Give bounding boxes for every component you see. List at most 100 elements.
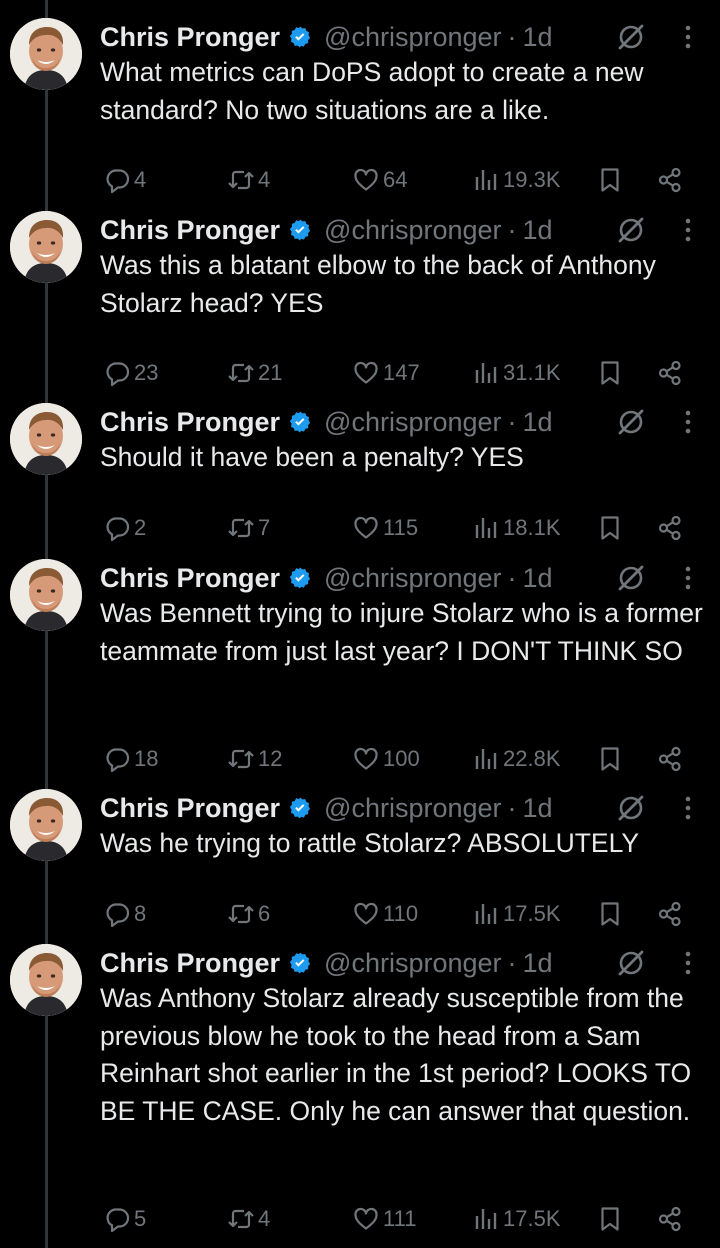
- retweet-icon: [228, 1209, 254, 1228]
- reply-icon: [106, 362, 130, 387]
- bookmark-button[interactable]: [596, 743, 624, 775]
- grok-icon[interactable]: [616, 793, 646, 823]
- reply-count: 4: [134, 167, 147, 192]
- timestamp[interactable]: 1d: [523, 215, 553, 246]
- bookmark-button[interactable]: [596, 164, 624, 196]
- share-button[interactable]: [656, 898, 684, 930]
- views-button[interactable]: 17.5K: [472, 1203, 561, 1235]
- views-button[interactable]: 19.3K: [472, 164, 561, 196]
- avatar[interactable]: [10, 789, 82, 861]
- reply-icon: [106, 169, 130, 194]
- timestamp[interactable]: 1d: [523, 407, 553, 438]
- reply-button[interactable]: 8: [103, 898, 146, 930]
- separator-dot: ·: [507, 406, 517, 437]
- reply-icon: [106, 516, 130, 541]
- verified-badge-icon: [289, 411, 311, 433]
- views-button[interactable]: 22.8K: [472, 743, 561, 775]
- avatar[interactable]: [10, 559, 82, 631]
- views-button[interactable]: 17.5K: [472, 898, 561, 930]
- more-icon[interactable]: [682, 22, 694, 52]
- bookmark-button[interactable]: [596, 1203, 624, 1235]
- retweet-button[interactable]: 12: [227, 743, 282, 775]
- author-name[interactable]: Chris Pronger: [100, 22, 280, 53]
- author-handle[interactable]: @chrispronger: [324, 793, 501, 824]
- author-handle[interactable]: @chrispronger: [324, 563, 501, 594]
- reply-button[interactable]: 23: [103, 357, 158, 389]
- retweet-button[interactable]: 4: [227, 164, 270, 196]
- tweet-text: Was Anthony Stolarz already susceptible …: [100, 983, 699, 1126]
- more-icon[interactable]: [682, 215, 694, 245]
- author-name[interactable]: Chris Pronger: [100, 215, 280, 246]
- avatar[interactable]: [10, 403, 82, 475]
- like-button[interactable]: 111: [352, 1203, 416, 1235]
- grok-icon[interactable]: [616, 22, 646, 52]
- share-button[interactable]: [656, 512, 684, 544]
- timestamp[interactable]: 1d: [523, 22, 553, 53]
- grok-icon[interactable]: [616, 948, 646, 978]
- like-button[interactable]: 110: [352, 898, 418, 930]
- grok-icon[interactable]: [616, 563, 646, 593]
- tweet-text: What metrics can DoPS adopt to create a …: [100, 57, 651, 125]
- more-icon[interactable]: [682, 793, 694, 823]
- retweet-button[interactable]: 21: [227, 357, 282, 389]
- author-handle[interactable]: @chrispronger: [324, 215, 501, 246]
- reply-button[interactable]: 2: [103, 512, 146, 544]
- share-button[interactable]: [656, 357, 684, 389]
- grok-icon[interactable]: [616, 407, 646, 437]
- timestamp[interactable]: 1d: [523, 948, 553, 979]
- reply-button[interactable]: 5: [103, 1203, 146, 1235]
- retweet-button[interactable]: 7: [227, 512, 270, 544]
- retweet-button[interactable]: 4: [227, 1203, 270, 1235]
- like-count: 147: [383, 360, 420, 385]
- like-button[interactable]: 115: [352, 512, 418, 544]
- timestamp[interactable]: 1d: [523, 793, 553, 824]
- views-button[interactable]: 18.1K: [472, 512, 561, 544]
- share-button[interactable]: [656, 164, 684, 196]
- author-handle[interactable]: @chrispronger: [324, 407, 501, 438]
- view-count: 17.5K: [503, 900, 561, 926]
- reply-icon: [106, 1207, 130, 1232]
- bookmark-icon: [601, 1206, 619, 1231]
- like-count: 64: [383, 167, 408, 192]
- author-handle[interactable]: @chrispronger: [324, 22, 501, 53]
- timestamp[interactable]: 1d: [523, 563, 553, 594]
- author-handle[interactable]: @chrispronger: [324, 948, 501, 979]
- share-button[interactable]: [656, 743, 684, 775]
- like-button[interactable]: 100: [352, 743, 420, 775]
- share-button[interactable]: [656, 1203, 684, 1235]
- grok-icon[interactable]: [616, 215, 646, 245]
- reply-icon: [106, 902, 130, 927]
- share-icon: [658, 515, 681, 540]
- more-icon[interactable]: [682, 407, 694, 437]
- view-count: 31.1K: [503, 360, 561, 385]
- views-button[interactable]: 31.1K: [472, 357, 561, 389]
- views-icon: [475, 170, 497, 190]
- tweet-actions: 18 12 100 22.8K: [100, 743, 708, 775]
- bookmark-icon: [601, 515, 619, 540]
- bookmark-button[interactable]: [596, 512, 624, 544]
- reply-button[interactable]: 4: [103, 164, 146, 196]
- verified-badge-icon: [289, 797, 311, 819]
- author-name[interactable]: Chris Pronger: [100, 948, 280, 979]
- author-name[interactable]: Chris Pronger: [100, 793, 280, 824]
- retweet-count: 4: [258, 167, 271, 192]
- like-button[interactable]: 64: [352, 164, 407, 196]
- more-icon[interactable]: [682, 563, 694, 593]
- like-button[interactable]: 147: [352, 357, 420, 389]
- more-icon[interactable]: [682, 948, 694, 978]
- retweet-button[interactable]: 6: [227, 898, 270, 930]
- separator-dot: ·: [507, 214, 517, 245]
- heart-icon: [354, 361, 378, 384]
- retweet-count: 7: [258, 514, 271, 540]
- avatar[interactable]: [10, 211, 82, 283]
- reply-button[interactable]: 18: [103, 743, 158, 775]
- author-name[interactable]: Chris Pronger: [100, 407, 280, 438]
- avatar[interactable]: [10, 944, 82, 1016]
- tweet-text: Should it have been a penalty? YES: [100, 442, 524, 472]
- views-icon: [475, 517, 497, 538]
- bookmark-button[interactable]: [596, 898, 624, 930]
- avatar[interactable]: [10, 18, 82, 90]
- heart-icon: [354, 516, 378, 539]
- author-name[interactable]: Chris Pronger: [100, 563, 280, 594]
- bookmark-button[interactable]: [596, 357, 624, 389]
